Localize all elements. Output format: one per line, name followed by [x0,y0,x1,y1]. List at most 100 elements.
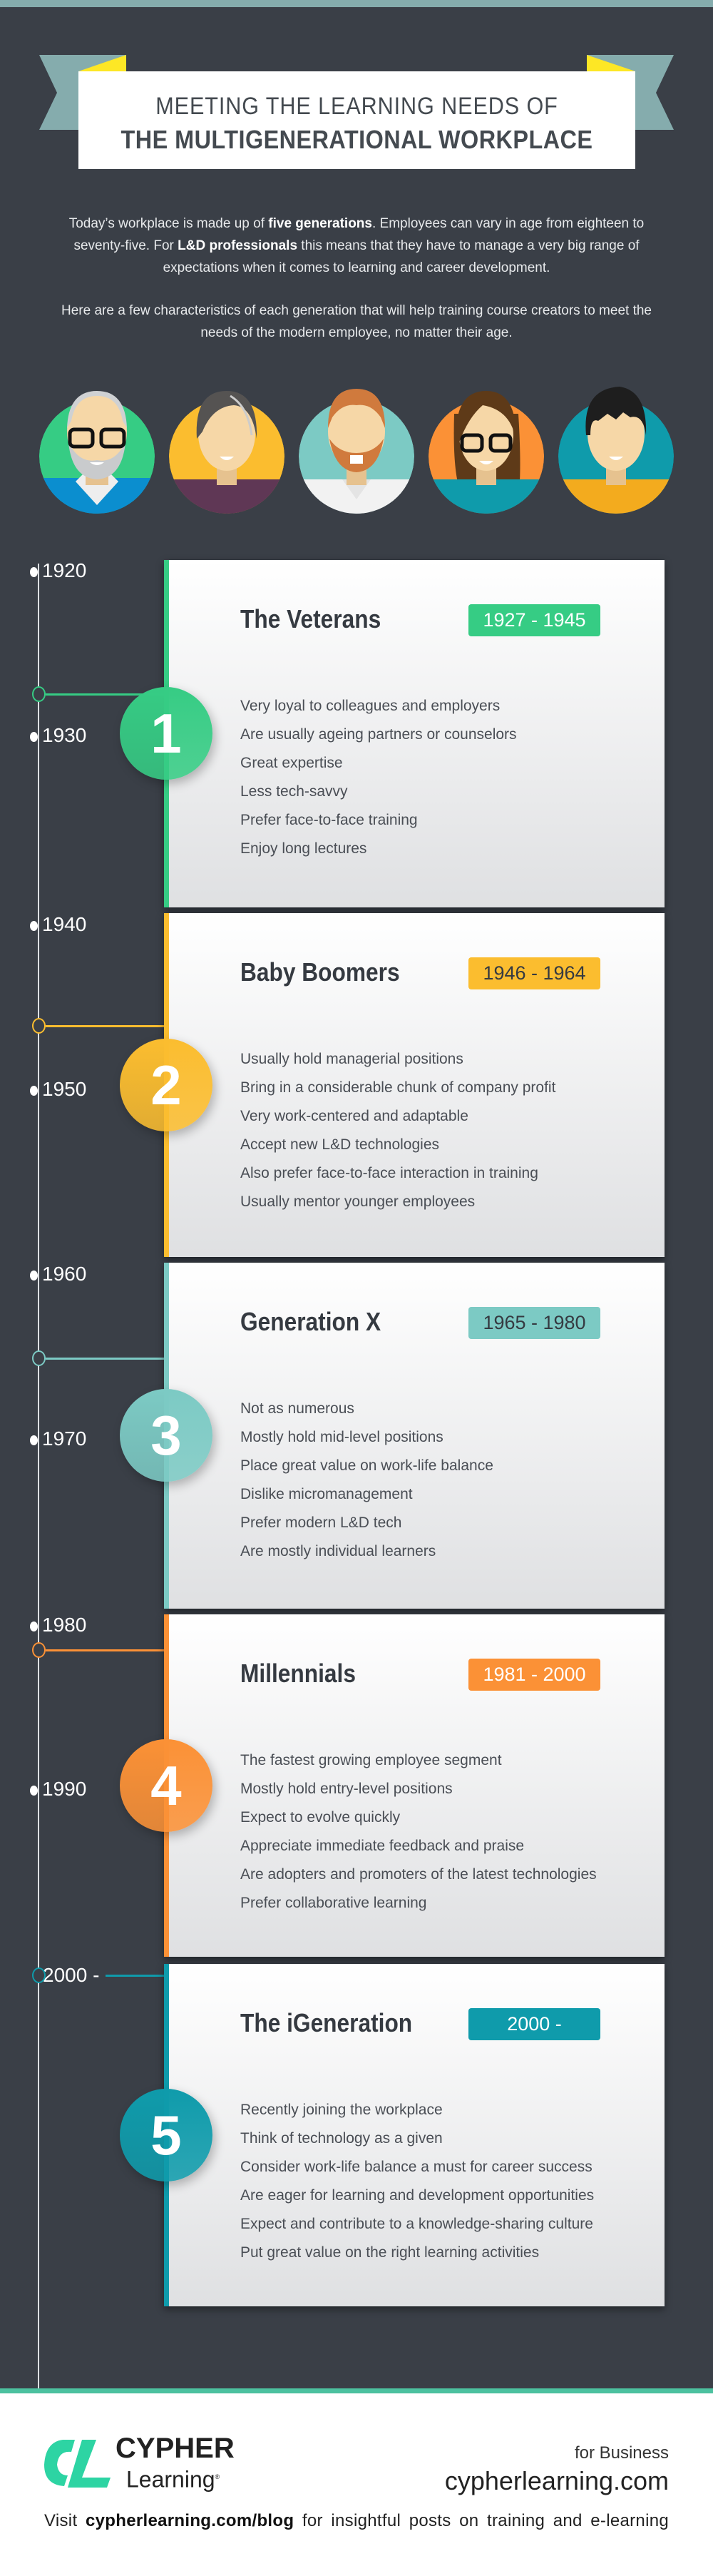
generation-card: Generation X 1965 - 1980 Not as numerous Mo… [164,1263,665,1609]
trait-item: Put great value on the right learning ac… [240,2244,540,2261]
timeline-connector [46,1358,164,1360]
trait-item: Usually hold managerial positions [240,1051,463,1067]
trait-item: Dislike micromanagement [240,1486,413,1502]
generation-number-badge: 2 [120,1039,212,1131]
generation-title: Baby Boomers [240,957,400,987]
generation-card: The iGeneration 2000 - Recently joining th… [164,1964,665,2306]
generation-card: Millennials 1981 - 2000 The fastest growin… [164,1614,665,1957]
generation-number-badge: 5 [120,2089,212,2182]
timeline-year: 2000 - [43,1965,99,1986]
millennial-avatar [429,391,544,514]
year-label: 1990 [42,1778,87,1800]
year-range-badge: 1965 - 1980 [468,1307,600,1339]
timeline-year: 1920 [30,560,86,581]
timeline-line [38,564,39,2390]
timeline-dot-icon [30,731,38,742]
generation-title: Generation X [240,1307,381,1336]
timeline-marker-icon [32,1018,46,1034]
trait-item: Not as numerous [240,1400,354,1417]
timeline-marker-icon [32,1350,46,1366]
generation-number-badge: 4 [120,1739,212,1832]
timeline-dot-icon [30,1270,38,1281]
trait-item: Accept new L&D technologies [240,1136,439,1153]
registered-mark: ® [215,2473,220,2480]
timeline-connector [46,1649,164,1651]
timeline-year: 1950 [30,1079,86,1100]
timeline-year: 1960 [30,1263,86,1285]
igeneration-avatar [558,387,674,514]
veteran-avatar [39,391,155,514]
trait-list: The fastest growing employee segment Most… [240,1746,597,1918]
generation-title: The Veterans [240,604,381,633]
visit-text: for insightful posts on training and e-l… [294,2511,670,2530]
year-range-badge: 2000 - [468,2008,600,2040]
generation-number-badge: 3 [120,1389,212,1482]
year-label: 1970 [42,1427,87,1450]
timeline-dot-icon [30,1085,38,1096]
title-line-1: MEETING THE LEARNING NEEDS OF [155,93,558,120]
year-label: 1960 [42,1263,87,1285]
year-range-badge: 1946 - 1964 [468,957,600,989]
trait-item: Mostly hold mid-level positions [240,1429,443,1445]
trait-item: Recently joining the workplace [240,2102,443,2118]
trait-item: Are mostly individual learners [240,1543,436,1559]
blog-link[interactable]: cypherlearning.com/blog [86,2511,294,2530]
trait-item: Are usually ageing partners or counselor… [240,726,517,743]
year-range-badge: 1927 - 1945 [468,604,600,636]
trait-list: Not as numerous Mostly hold mid-level pos… [240,1395,493,1566]
trait-list: Recently joining the workplace Think of t… [240,2096,594,2267]
trait-item: Expect to evolve quickly [240,1809,401,1826]
brand-bottom: Learning [126,2466,215,2493]
trait-item: Consider work-life balance a must for ca… [240,2159,593,2175]
footer-accent-bar [0,2388,713,2393]
timeline-dot-icon [30,1785,38,1796]
generation-title: Millennials [240,1659,356,1688]
trait-item: Are adopters and promoters of the latest… [240,1866,597,1883]
trait-list: Usually hold managerial positions Bring i… [240,1045,555,1216]
generation-title: The iGeneration [240,2008,413,2037]
timeline-dot-icon [30,1435,38,1445]
trait-item: Are eager for learning and development o… [240,2187,595,2204]
year-range-badge: 1981 - 2000 [468,1659,600,1691]
year-label: 1950 [42,1078,87,1100]
website-link[interactable]: cypherlearning.com [445,2466,669,2496]
timeline-year: 1990 [30,1778,86,1800]
cypher-logo-icon [44,2440,111,2488]
footer: CYPHER Learning® for Business cypherlear… [0,2393,713,2576]
timeline-connector [106,1975,164,1977]
trait-item: Prefer face-to-face training [240,812,418,828]
trait-item: The fastest growing employee segment [240,1752,502,1768]
year-label: 1940 [42,913,87,935]
generation-x-avatar [299,389,414,514]
trait-list: Very loyal to colleagues and employers Ar… [240,692,517,863]
brand-name: CYPHER Learning® [116,2434,235,2494]
generation-card: The Veterans 1927 - 1945 Very loyal to col… [164,560,665,907]
intro-text: Today’s workplace is made up of [68,216,269,231]
blog-cta: Visit cypherlearning.com/blog for insigh… [44,2511,669,2531]
timeline-marker-icon [32,1642,46,1658]
trait-item: Expect and contribute to a knowledge-sha… [240,2216,593,2232]
trait-item: Great expertise [240,755,343,771]
trait-item: Very loyal to colleagues and employers [240,698,501,714]
timeline-marker-icon [32,686,46,702]
title-banner: MEETING THE LEARNING NEEDS OF THE MULTIG… [78,71,635,169]
trait-item: Very work-centered and adaptable [240,1108,468,1124]
year-label: 1980 [42,1614,87,1636]
timeline-connector [46,1025,164,1027]
trait-item: Prefer modern L&D tech [240,1514,402,1531]
avatars-row [39,387,674,514]
generation-card: Baby Boomers 1946 - 1964 Usually hold mana… [164,913,665,1257]
intro-highlight: five generations [268,216,372,231]
timeline-marker-icon [32,1967,46,1983]
for-business-label: for Business [574,2443,669,2463]
trait-item: Think of technology as a given [240,2130,443,2147]
trait-item: Mostly hold entry-level positions [240,1781,453,1797]
timeline-year: 1930 [30,725,86,746]
trait-item: Less tech-savvy [240,783,348,800]
trait-item: Usually mentor younger employees [240,1193,476,1210]
intro-paragraph-2: Here are a few characteristics of each g… [61,303,652,340]
year-label: 2000 - [43,1964,100,1986]
timeline-year: 1940 [30,914,86,935]
timeline-year: 1980 [30,1614,86,1636]
generation-number-badge: 1 [120,687,212,780]
